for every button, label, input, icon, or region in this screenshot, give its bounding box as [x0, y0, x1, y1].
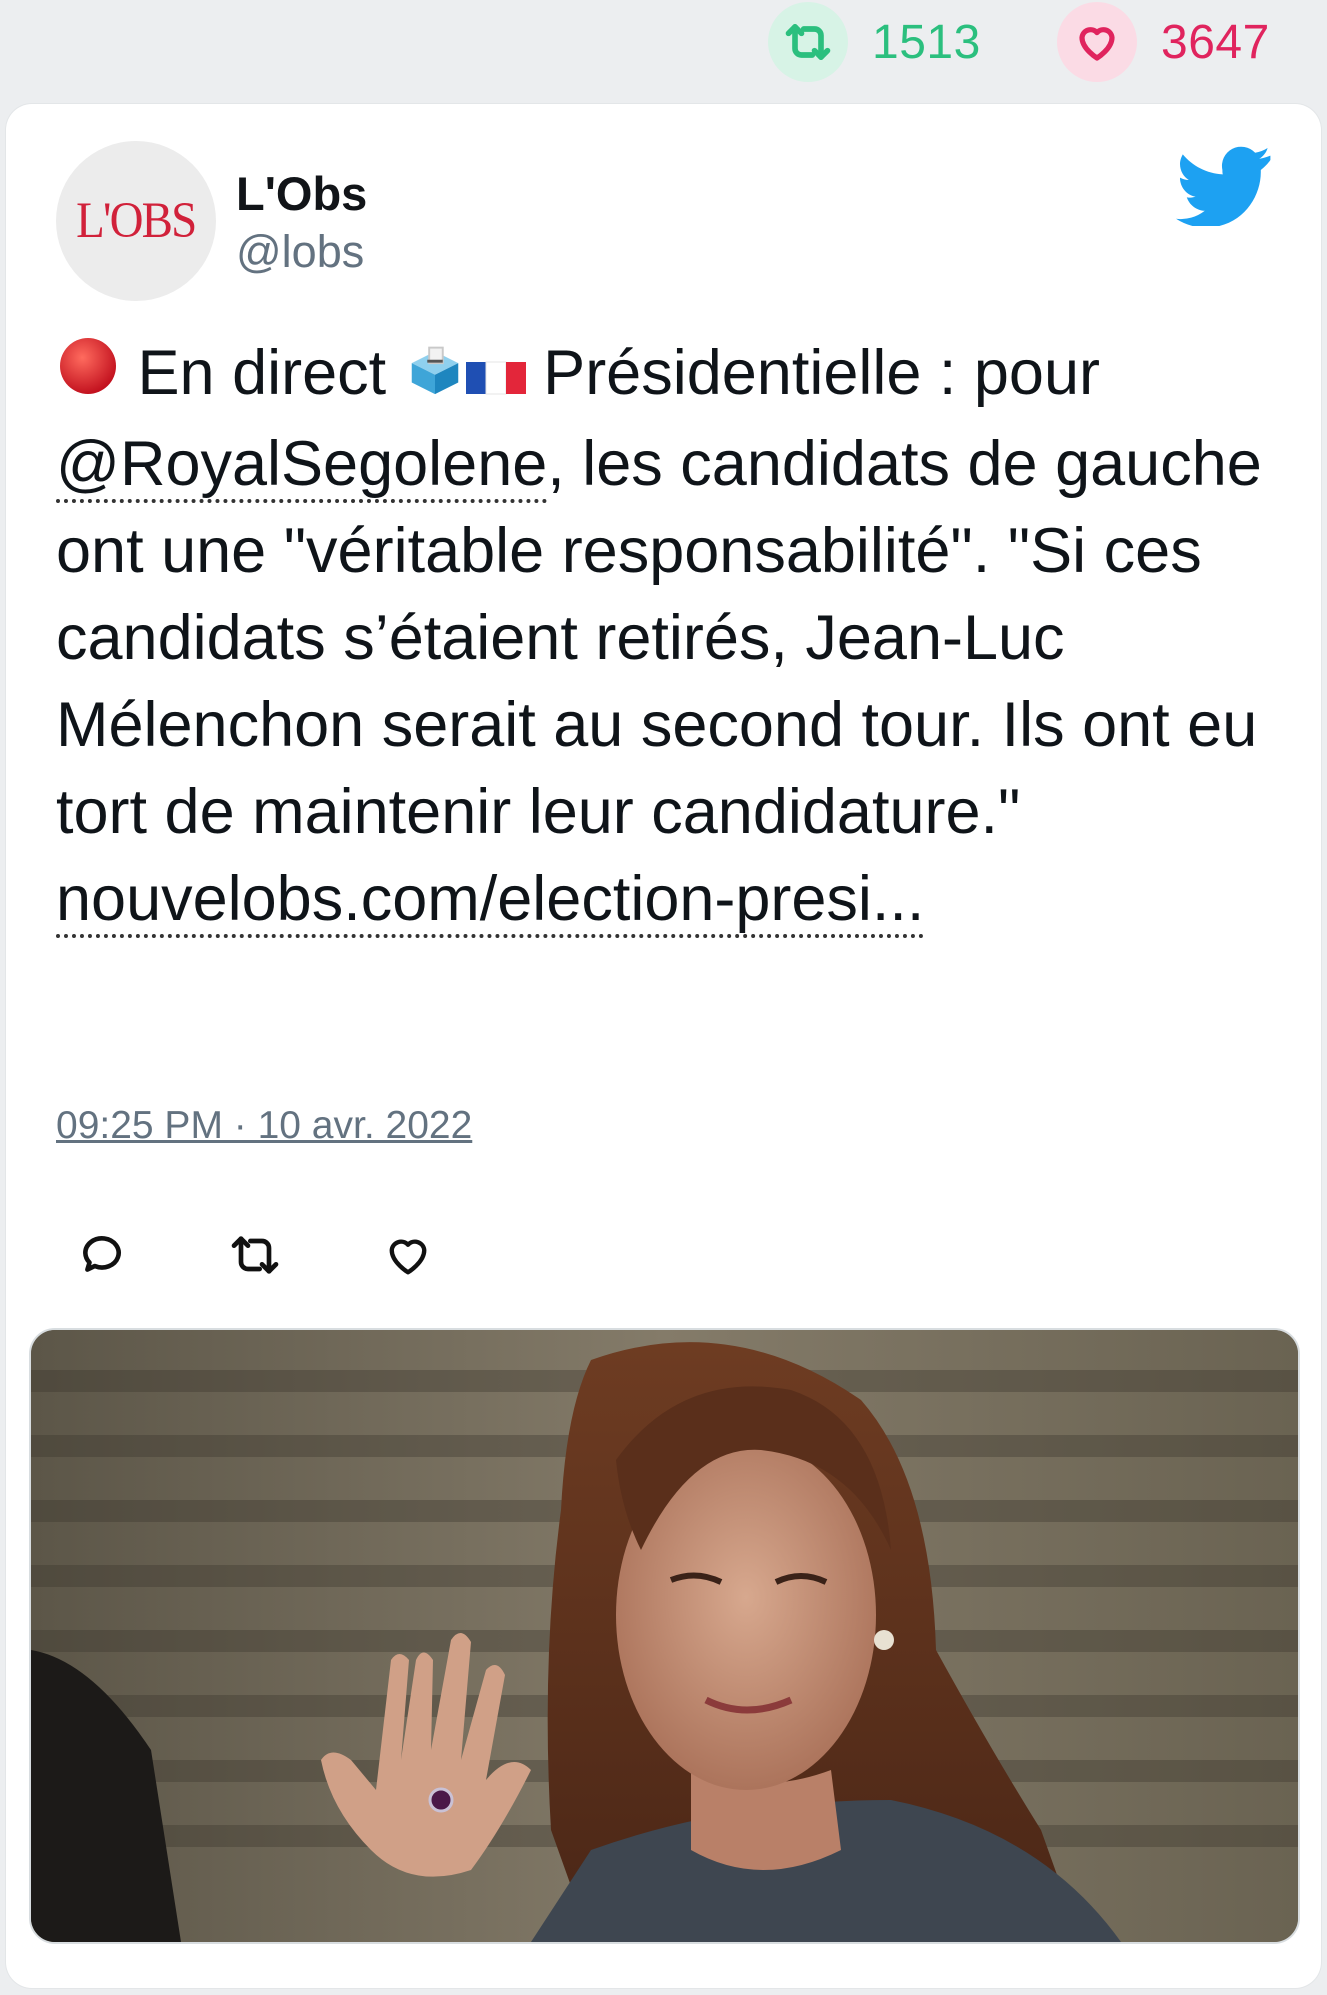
author-name[interactable]: L'Obs: [236, 166, 367, 221]
tweet-timestamp[interactable]: 09:25 PM · 10 avr. 2022: [56, 1104, 472, 1148]
avatar[interactable]: L'OBS: [56, 141, 216, 301]
heart-icon: [1057, 2, 1137, 82]
tweet-headline: Présidentielle : pour: [543, 338, 1100, 408]
tweet-card: L'OBS L'Obs @lobs En direct Présidentiel…: [6, 104, 1321, 1988]
like-count: 3647: [1161, 15, 1270, 69]
mention-link[interactable]: @RoyalSegolene: [56, 429, 548, 503]
retweet-stat[interactable]: 1513: [768, 0, 981, 84]
reply-button[interactable]: [74, 1227, 130, 1283]
author-handle[interactable]: @lobs: [236, 226, 364, 278]
france-flag-icon: [465, 334, 526, 421]
retweet-icon: [231, 1236, 279, 1274]
article-link[interactable]: nouvelobs.com/election-presi...: [56, 864, 925, 938]
like-button[interactable]: [380, 1227, 436, 1283]
avatar-logo: L'OBS: [76, 193, 197, 249]
tweet-live-label: En direct: [137, 338, 387, 408]
twitter-bird-icon[interactable]: [1176, 146, 1272, 228]
reply-icon: [83, 1236, 121, 1272]
tweet-actions: [74, 1227, 533, 1283]
tweet-media-image[interactable]: [29, 1328, 1300, 1944]
retweet-count: 1513: [872, 15, 981, 69]
tweet-text: En direct Présidentielle : pour @RoyalSe…: [56, 330, 1271, 943]
engagement-stats: 1513 3647: [0, 0, 1327, 100]
ballot-box-icon: [404, 334, 466, 421]
retweet-icon: [768, 2, 848, 82]
red-circle-icon: [56, 334, 120, 421]
retweet-button[interactable]: [227, 1227, 283, 1283]
like-icon: [389, 1239, 427, 1275]
like-stat[interactable]: 3647: [1057, 0, 1270, 84]
